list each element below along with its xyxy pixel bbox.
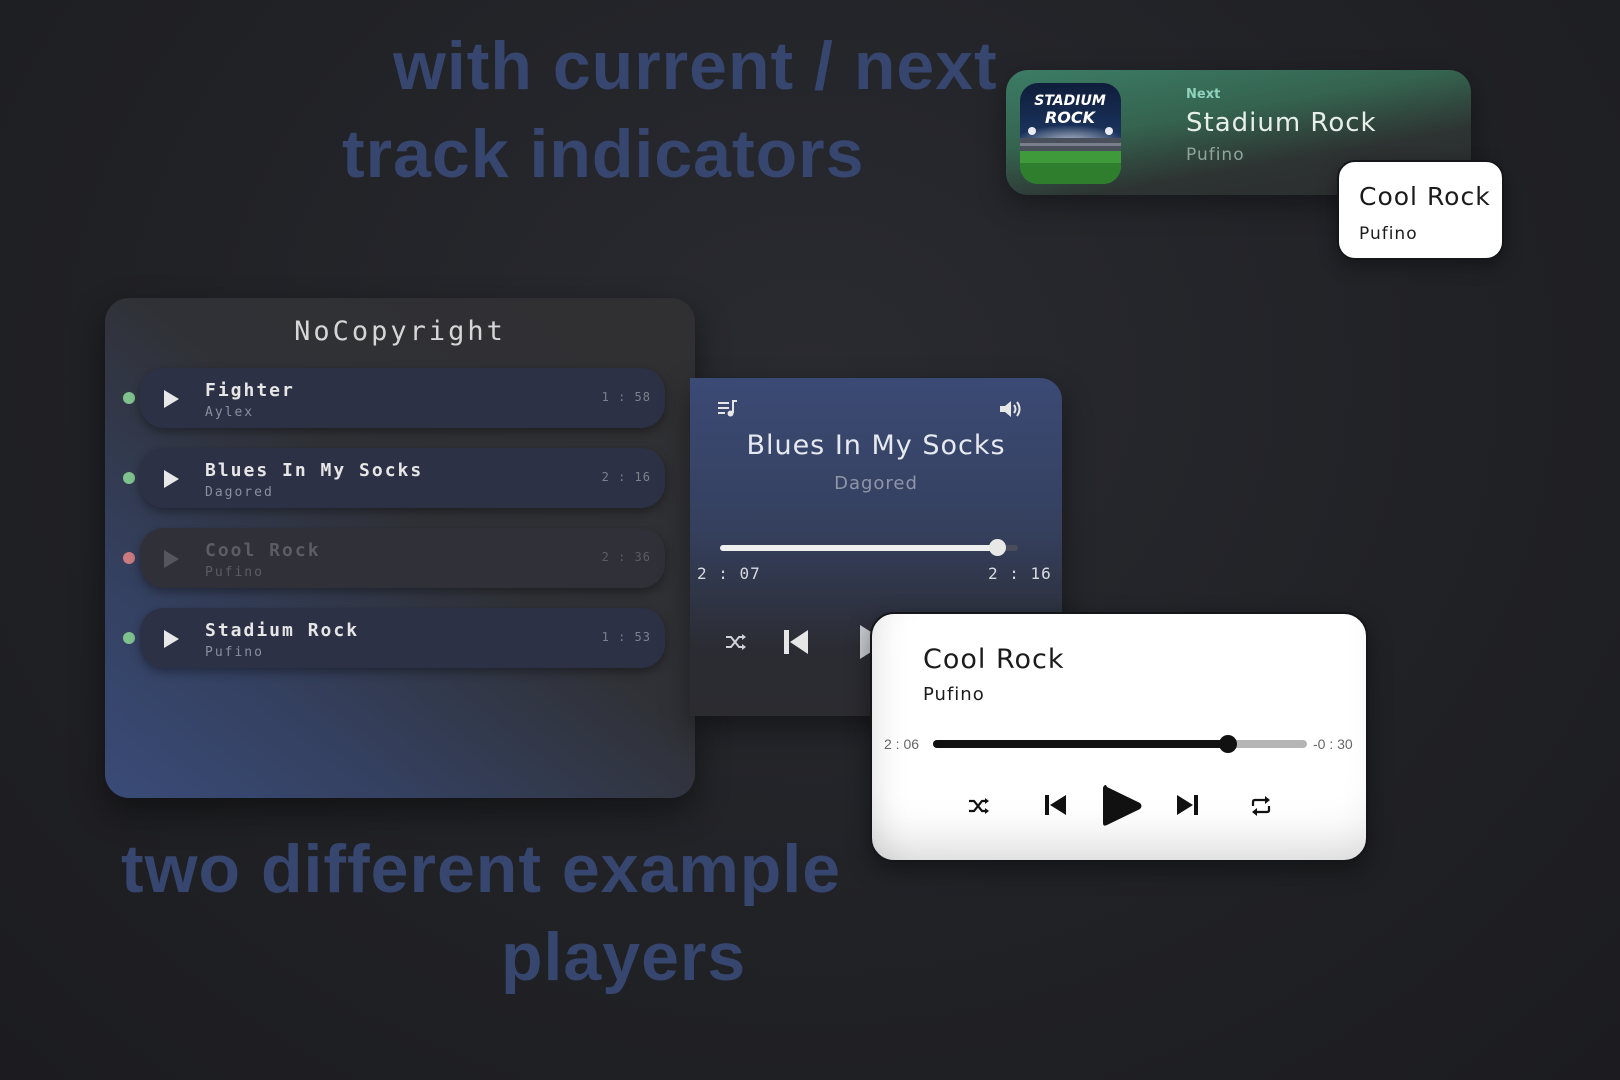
progress-knob[interactable] xyxy=(1219,735,1238,753)
play-icon[interactable] xyxy=(164,550,179,568)
elapsed-time: 2 : 06 xyxy=(884,736,920,752)
current-track-title: Cool Rock xyxy=(1359,182,1491,211)
playlist-title: NoCopyright xyxy=(294,316,506,347)
light-player: Cool Rock Pufino 2 : 06 -0 : 30 xyxy=(870,612,1368,862)
dark-player-artist: Dagored xyxy=(834,473,918,494)
headline-top-line-1: with current / next xyxy=(393,28,998,104)
shuffle-icon[interactable] xyxy=(725,633,747,655)
track-name: Blues In My Socks xyxy=(205,460,424,481)
track-name: Fighter xyxy=(205,380,295,401)
progress-fill xyxy=(720,545,998,551)
elapsed-time: 2 : 07 xyxy=(697,564,761,583)
light-player-title: Cool Rock xyxy=(923,644,1065,675)
next-track-title: Stadium Rock xyxy=(1186,108,1377,138)
album-cover-stadium-rock: STADIUM ROCK xyxy=(1020,83,1121,184)
play-icon[interactable] xyxy=(164,470,179,488)
progress-fill xyxy=(933,740,1229,748)
previous-icon[interactable] xyxy=(1044,794,1068,820)
track-artist: Pufino xyxy=(205,645,264,660)
track-artist: Pufino xyxy=(205,565,264,580)
playlist-track-row[interactable]: Blues In My Socks Dagored 2 : 16 xyxy=(140,448,665,508)
track-duration: 1 : 53 xyxy=(601,630,651,644)
playlist-track-row[interactable]: Fighter Aylex 1 : 58 xyxy=(140,368,665,428)
play-icon[interactable] xyxy=(1100,782,1144,834)
playlist-track-row[interactable]: Stadium Rock Pufino 1 : 53 xyxy=(140,608,665,668)
playlist-panel: NoCopyright Fighter Aylex 1 : 58 Blues I… xyxy=(105,298,695,798)
track-duration: 1 : 58 xyxy=(601,390,651,404)
headline-bottom-line-2: players xyxy=(501,919,747,995)
progress-knob[interactable] xyxy=(989,539,1007,556)
track-status-dot xyxy=(123,552,135,564)
track-status-dot xyxy=(123,472,135,484)
dark-player-title: Blues In My Socks xyxy=(746,430,1006,461)
playlist-track-row[interactable]: Cool Rock Pufino 2 : 36 xyxy=(140,528,665,588)
cover-text-line-1: STADIUM xyxy=(1034,93,1106,109)
track-duration: 2 : 16 xyxy=(601,470,651,484)
current-track-artist: Pufino xyxy=(1359,224,1418,244)
track-artist: Dagored xyxy=(205,485,274,500)
playlist-icon[interactable] xyxy=(718,400,738,422)
remaining-time: -0 : 30 xyxy=(1313,736,1353,752)
next-track-artist: Pufino xyxy=(1186,145,1245,165)
shuffle-icon[interactable] xyxy=(968,797,990,819)
next-label: Next xyxy=(1186,87,1221,102)
track-name: Stadium Rock xyxy=(205,620,360,641)
track-status-dot xyxy=(123,392,135,404)
dark-player-progress-bar[interactable] xyxy=(720,539,1018,556)
track-duration: 2 : 36 xyxy=(601,550,651,564)
next-icon[interactable] xyxy=(1175,794,1199,820)
repeat-icon[interactable] xyxy=(1250,796,1272,820)
track-artist: Aylex xyxy=(205,405,255,420)
total-time: 2 : 16 xyxy=(988,564,1052,583)
cover-text-line-2: ROCK xyxy=(1045,108,1097,127)
volume-icon[interactable] xyxy=(1000,400,1022,422)
previous-icon[interactable] xyxy=(782,628,810,660)
headline-bottom-line-1: two different example xyxy=(121,831,842,907)
headline-top-line-2: track indicators xyxy=(342,116,865,192)
light-player-progress-bar[interactable] xyxy=(933,735,1307,753)
play-icon[interactable] xyxy=(164,630,179,648)
current-track-popup[interactable]: Cool Rock Pufino xyxy=(1337,160,1504,260)
light-player-artist: Pufino xyxy=(923,684,985,705)
play-icon[interactable] xyxy=(164,390,179,408)
track-status-dot xyxy=(123,632,135,644)
track-name: Cool Rock xyxy=(205,540,321,561)
